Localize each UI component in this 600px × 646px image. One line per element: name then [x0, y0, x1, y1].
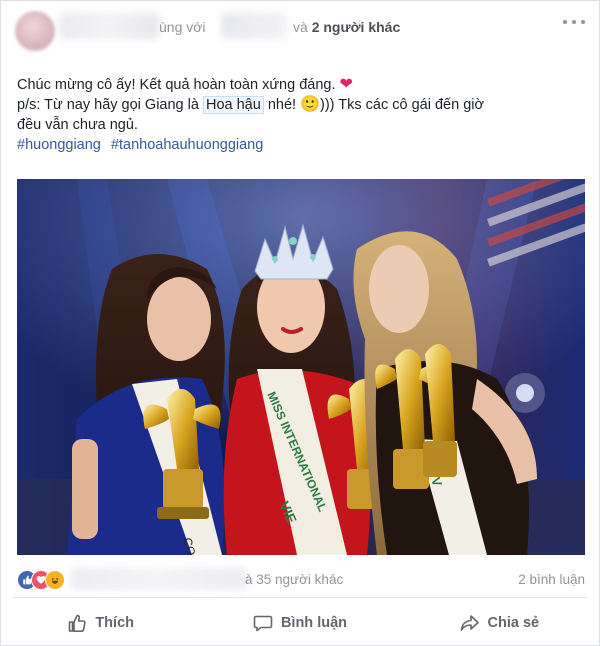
- comment-button[interactable]: Bình luận: [200, 603, 399, 643]
- blurred-reactor-names: [71, 568, 247, 590]
- post-line-1-text: Chúc mừng cô ấy! Kết quả hoàn toàn xứng …: [17, 77, 336, 93]
- and-text: và: [293, 19, 308, 35]
- post-text: Chúc mừng cô ấy! Kết quả hoàn toàn xứng …: [17, 75, 587, 155]
- author-avatar[interactable]: [15, 11, 55, 51]
- haha-icon: [45, 570, 65, 590]
- dot-icon: [572, 20, 576, 24]
- dot-icon: [581, 20, 585, 24]
- with-text: ùng với: [159, 19, 206, 35]
- comment-label: Bình luận: [280, 615, 348, 631]
- share-button[interactable]: Chia sẻ: [400, 603, 599, 643]
- reaction-summary[interactable]: à 35 người khác 2 bình luận: [17, 567, 585, 591]
- heart-icon: ❤: [339, 76, 353, 93]
- post-photo[interactable]: COND MISS INTERNATIONAL VIE: [17, 179, 585, 555]
- action-bar: Thích Bình luận Chia sẻ: [1, 603, 599, 643]
- hashtag-link[interactable]: #huonggiang: [17, 137, 101, 153]
- share-arrow-icon: [460, 615, 479, 631]
- post-line-2: p/s: Từ nay hãy gọi Giang là Hoa hậu nhé…: [17, 95, 587, 115]
- post-header: ùng với và 2 người khác: [1, 1, 599, 61]
- post-line-2-prefix: p/s: Từ nay hãy gọi Giang là: [17, 97, 199, 113]
- post-line-3: đều vẫn chưa ngủ.: [17, 117, 138, 133]
- pageant-photo-illustration: COND MISS INTERNATIONAL VIE: [17, 179, 585, 555]
- post-line-2-mid: nhé!: [267, 97, 297, 113]
- hashtag-row: #huonggiang #tanhoahauhuonggiang: [17, 135, 587, 155]
- smiley-icon: 🙂: [300, 96, 321, 113]
- blurred-author-name: [59, 13, 159, 39]
- post-line-1: Chúc mừng cô ấy! Kết quả hoàn toàn xứng …: [17, 75, 587, 95]
- comment-count-link[interactable]: 2 bình luận: [518, 572, 585, 587]
- like-label: Thích: [95, 615, 134, 631]
- and-others: và 2 người khác: [293, 19, 400, 35]
- reaction-count[interactable]: à 35 người khác: [245, 572, 343, 587]
- divider: [13, 597, 587, 598]
- facebook-post: ùng với và 2 người khác Chúc mừng cô ấy!…: [0, 0, 600, 646]
- blurred-tagged-name: [221, 13, 287, 39]
- more-options-button[interactable]: [563, 15, 585, 29]
- thumbs-up-icon: [69, 614, 87, 632]
- share-label: Chia sẻ: [487, 615, 540, 631]
- dot-icon: [563, 20, 567, 24]
- post-line-2-suffix: ))) Tks các cô gái đến giờ: [320, 97, 484, 113]
- like-button[interactable]: Thích: [1, 603, 200, 643]
- hashtag-link[interactable]: #tanhoahauhuonggiang: [111, 137, 263, 153]
- highlighted-phrase: Hoa hậu: [202, 96, 264, 114]
- comment-bubble-icon: [253, 615, 273, 632]
- others-link[interactable]: 2 người khác: [312, 19, 401, 35]
